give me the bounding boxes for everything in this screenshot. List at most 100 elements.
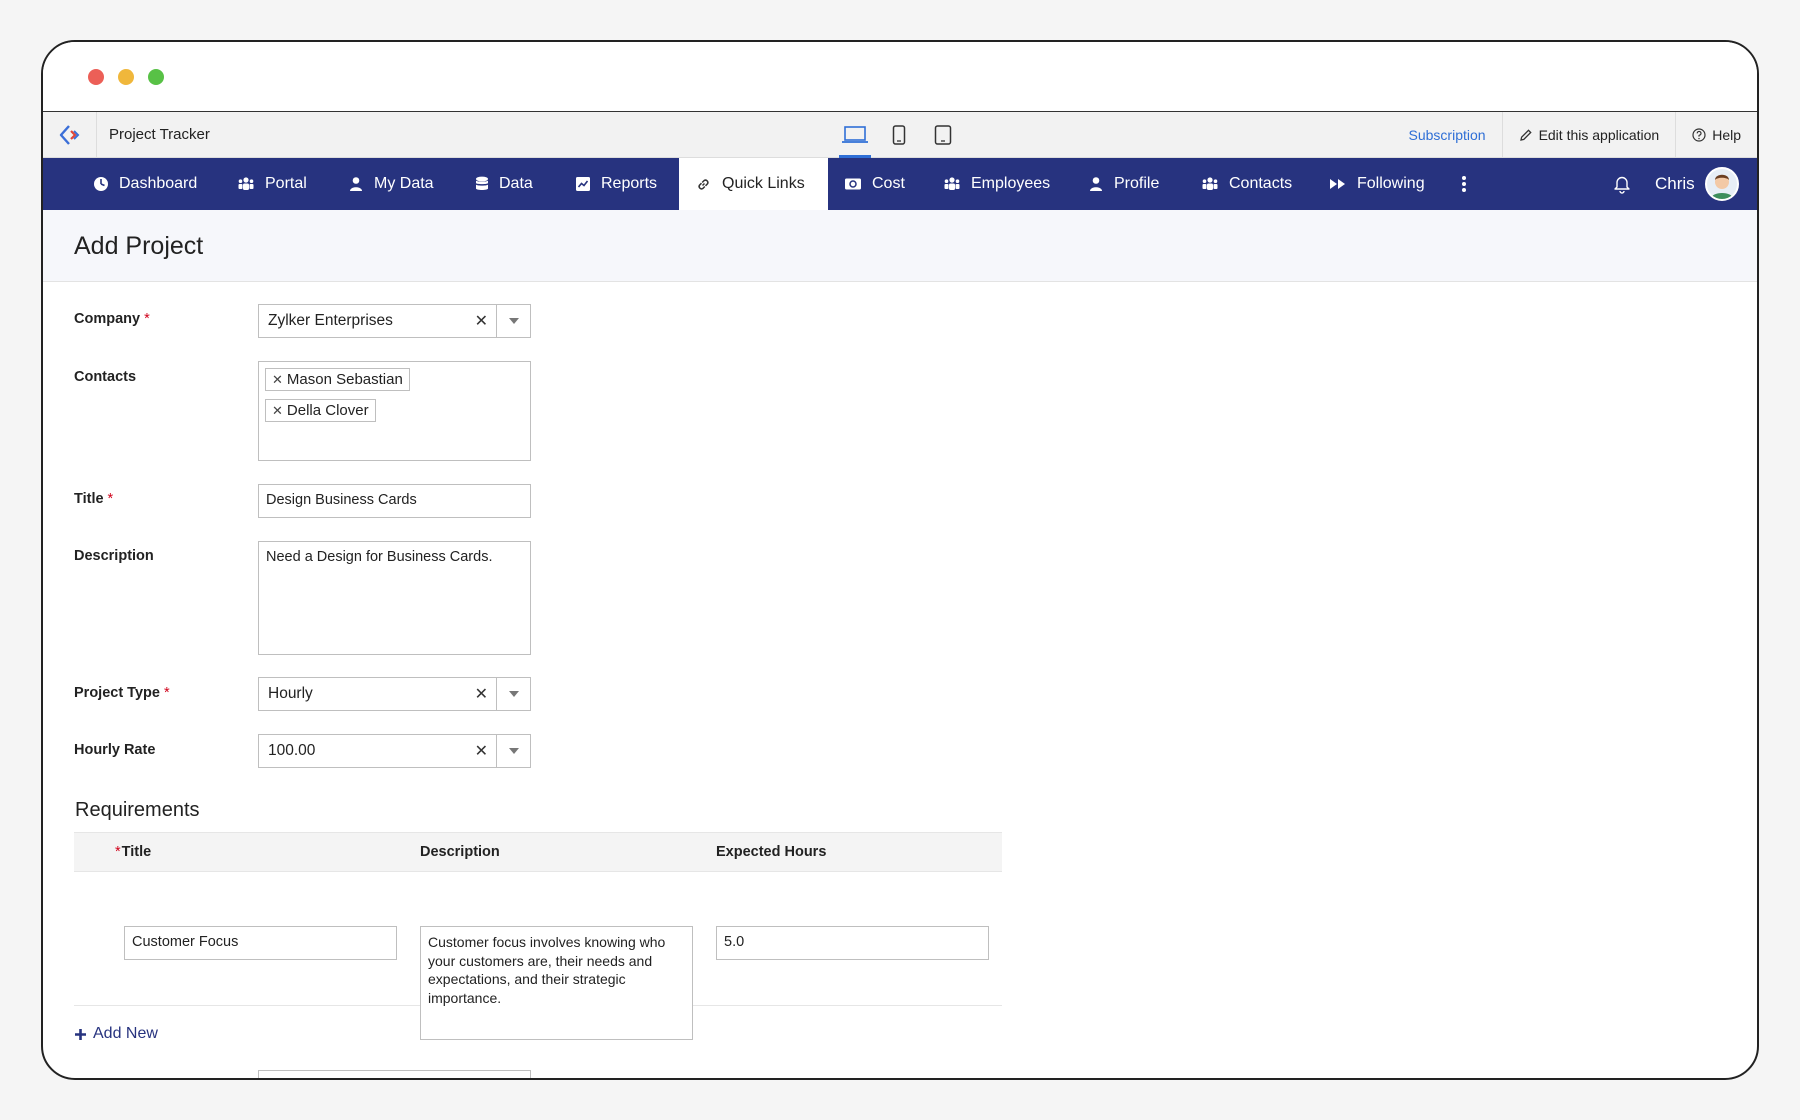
required-marker: * — [163, 685, 170, 701]
desktop-view-button[interactable] — [833, 112, 877, 158]
title-value: Design Business Cards — [266, 492, 417, 508]
app-header: Project Tracker Subscription Edit this a… — [43, 112, 1757, 158]
nav-item-employees[interactable]: Employees — [943, 158, 1050, 210]
mobile-view-button[interactable] — [877, 112, 921, 158]
contacts-multiselect[interactable]: ✕ Mason Sebastian ✕ Della Clover — [258, 361, 531, 461]
requirement-description-textarea[interactable]: Customer focus involves knowing who your… — [420, 926, 693, 1040]
phone-icon — [892, 125, 906, 145]
dropdown-toggle[interactable] — [496, 678, 530, 710]
requirement-title-input[interactable]: Customer Focus — [124, 926, 397, 960]
title-label: Title * — [74, 491, 114, 507]
column-header-expected-hours: Expected Hours — [716, 844, 827, 860]
dropdown-toggle[interactable] — [496, 735, 530, 767]
tablet-view-button[interactable] — [921, 112, 965, 158]
main-navigation: Dashboard Portal My Data Data Reports Qu… — [43, 158, 1757, 210]
description-textarea[interactable]: Need a Design for Business Cards. — [258, 541, 531, 655]
title-input[interactable]: Design Business Cards — [258, 484, 531, 518]
chevron-down-icon — [508, 691, 519, 697]
nav-item-label: Data — [499, 175, 533, 192]
users-icon — [944, 177, 960, 190]
help-icon — [1692, 128, 1706, 142]
contact-chip-label: Della Clover — [286, 402, 369, 419]
remove-chip-icon[interactable]: ✕ — [272, 403, 283, 418]
requirement-title-value: Customer Focus — [132, 934, 239, 950]
help-button[interactable]: Help — [1675, 112, 1757, 158]
dropdown-toggle[interactable] — [496, 305, 530, 337]
project-type-value: Hourly — [268, 685, 313, 702]
nav-item-label: My Data — [374, 175, 434, 192]
close-window-button[interactable] — [88, 69, 104, 85]
nav-item-label: Quick Links — [722, 175, 805, 192]
nav-item-cost[interactable]: Cost — [844, 158, 905, 210]
maximize-window-button[interactable] — [148, 69, 164, 85]
page-title: Add Project — [74, 232, 204, 260]
window-titlebar — [43, 42, 1757, 112]
page-header: Add Project — [43, 210, 1757, 282]
user-name[interactable]: Chris — [1655, 174, 1695, 194]
nav-item-my-data[interactable]: My Data — [348, 158, 434, 210]
requirement-description-value: Customer focus involves knowing who your… — [428, 934, 666, 1006]
app-header-actions: Subscription Edit this application Help — [1393, 112, 1757, 158]
nav-item-contacts[interactable]: Contacts — [1201, 158, 1292, 210]
fast-forward-icon — [1330, 179, 1345, 189]
nav-item-label: Cost — [872, 175, 905, 192]
company-value: Zylker Enterprises — [268, 312, 393, 329]
notification-bell-icon[interactable] — [1613, 174, 1631, 194]
contacts-label: Contacts — [74, 369, 137, 385]
company-label: Company * — [74, 311, 150, 327]
clear-icon[interactable]: ✕ — [475, 684, 488, 704]
nav-item-quick-links[interactable]: Quick Links — [679, 158, 828, 210]
required-marker: * — [115, 844, 121, 860]
nav-item-portal[interactable]: Portal — [237, 158, 307, 210]
table-row: Customer Focus Customer focus involves k… — [74, 872, 1002, 1040]
nav-item-label: Portal — [265, 175, 307, 192]
minimize-window-button[interactable] — [118, 69, 134, 85]
pencil-icon — [1519, 129, 1532, 141]
edit-application-button[interactable]: Edit this application — [1501, 112, 1676, 158]
users-icon — [238, 177, 254, 190]
company-select[interactable]: Zylker Enterprises ✕ — [258, 304, 531, 338]
app-logo-icon[interactable] — [43, 112, 97, 158]
laptop-icon — [842, 126, 868, 143]
required-marker: * — [144, 311, 150, 327]
requirements-table-header: *Title Description Expected Hours — [74, 832, 1002, 872]
requirement-hours-input[interactable]: 5.0 — [716, 926, 989, 960]
chevron-down-icon — [508, 318, 519, 324]
money-icon — [845, 178, 861, 190]
subscription-link[interactable]: Subscription — [1393, 112, 1502, 158]
app-title: Project Tracker — [109, 126, 210, 143]
next-field-input[interactable] — [258, 1070, 531, 1078]
edit-application-label: Edit this application — [1538, 127, 1660, 143]
nav-item-label: Contacts — [1229, 175, 1293, 192]
clear-icon[interactable]: ✕ — [475, 311, 488, 331]
avatar[interactable] — [1705, 167, 1739, 201]
contact-chip-label: Mason Sebastian — [286, 371, 403, 388]
remove-chip-icon[interactable]: ✕ — [272, 372, 283, 387]
add-new-requirement-button[interactable]: Add New — [74, 1025, 158, 1043]
hourly-rate-select[interactable]: 100.00 ✕ — [258, 734, 531, 768]
clear-icon[interactable]: ✕ — [475, 741, 488, 761]
hourly-rate-label: Hourly Rate — [74, 742, 156, 758]
nav-item-label: Reports — [601, 175, 658, 192]
description-label: Description — [74, 548, 154, 564]
description-value: Need a Design for Business Cards. — [266, 549, 493, 565]
project-type-label: Project Type * — [74, 685, 170, 701]
more-menu-icon[interactable] — [1461, 175, 1467, 193]
requirements-section-title: Requirements — [75, 799, 200, 821]
nav-item-label: Employees — [971, 175, 1051, 192]
required-marker: * — [107, 491, 114, 507]
nav-item-profile[interactable]: Profile — [1088, 158, 1159, 210]
tablet-icon — [934, 125, 952, 145]
nav-item-data[interactable]: Data — [475, 158, 533, 210]
dashboard-icon — [94, 177, 108, 191]
chart-icon — [576, 177, 590, 191]
users-icon — [1202, 177, 1218, 190]
project-type-select[interactable]: Hourly ✕ — [258, 677, 531, 711]
nav-item-dashboard[interactable]: Dashboard — [93, 158, 197, 210]
column-header-title: *Title — [115, 844, 152, 860]
nav-item-reports[interactable]: Reports — [575, 158, 657, 210]
contact-chip: ✕ Mason Sebastian — [265, 368, 410, 391]
link-icon — [698, 178, 709, 190]
user-icon — [1090, 177, 1102, 191]
nav-item-following[interactable]: Following — [1329, 158, 1425, 210]
